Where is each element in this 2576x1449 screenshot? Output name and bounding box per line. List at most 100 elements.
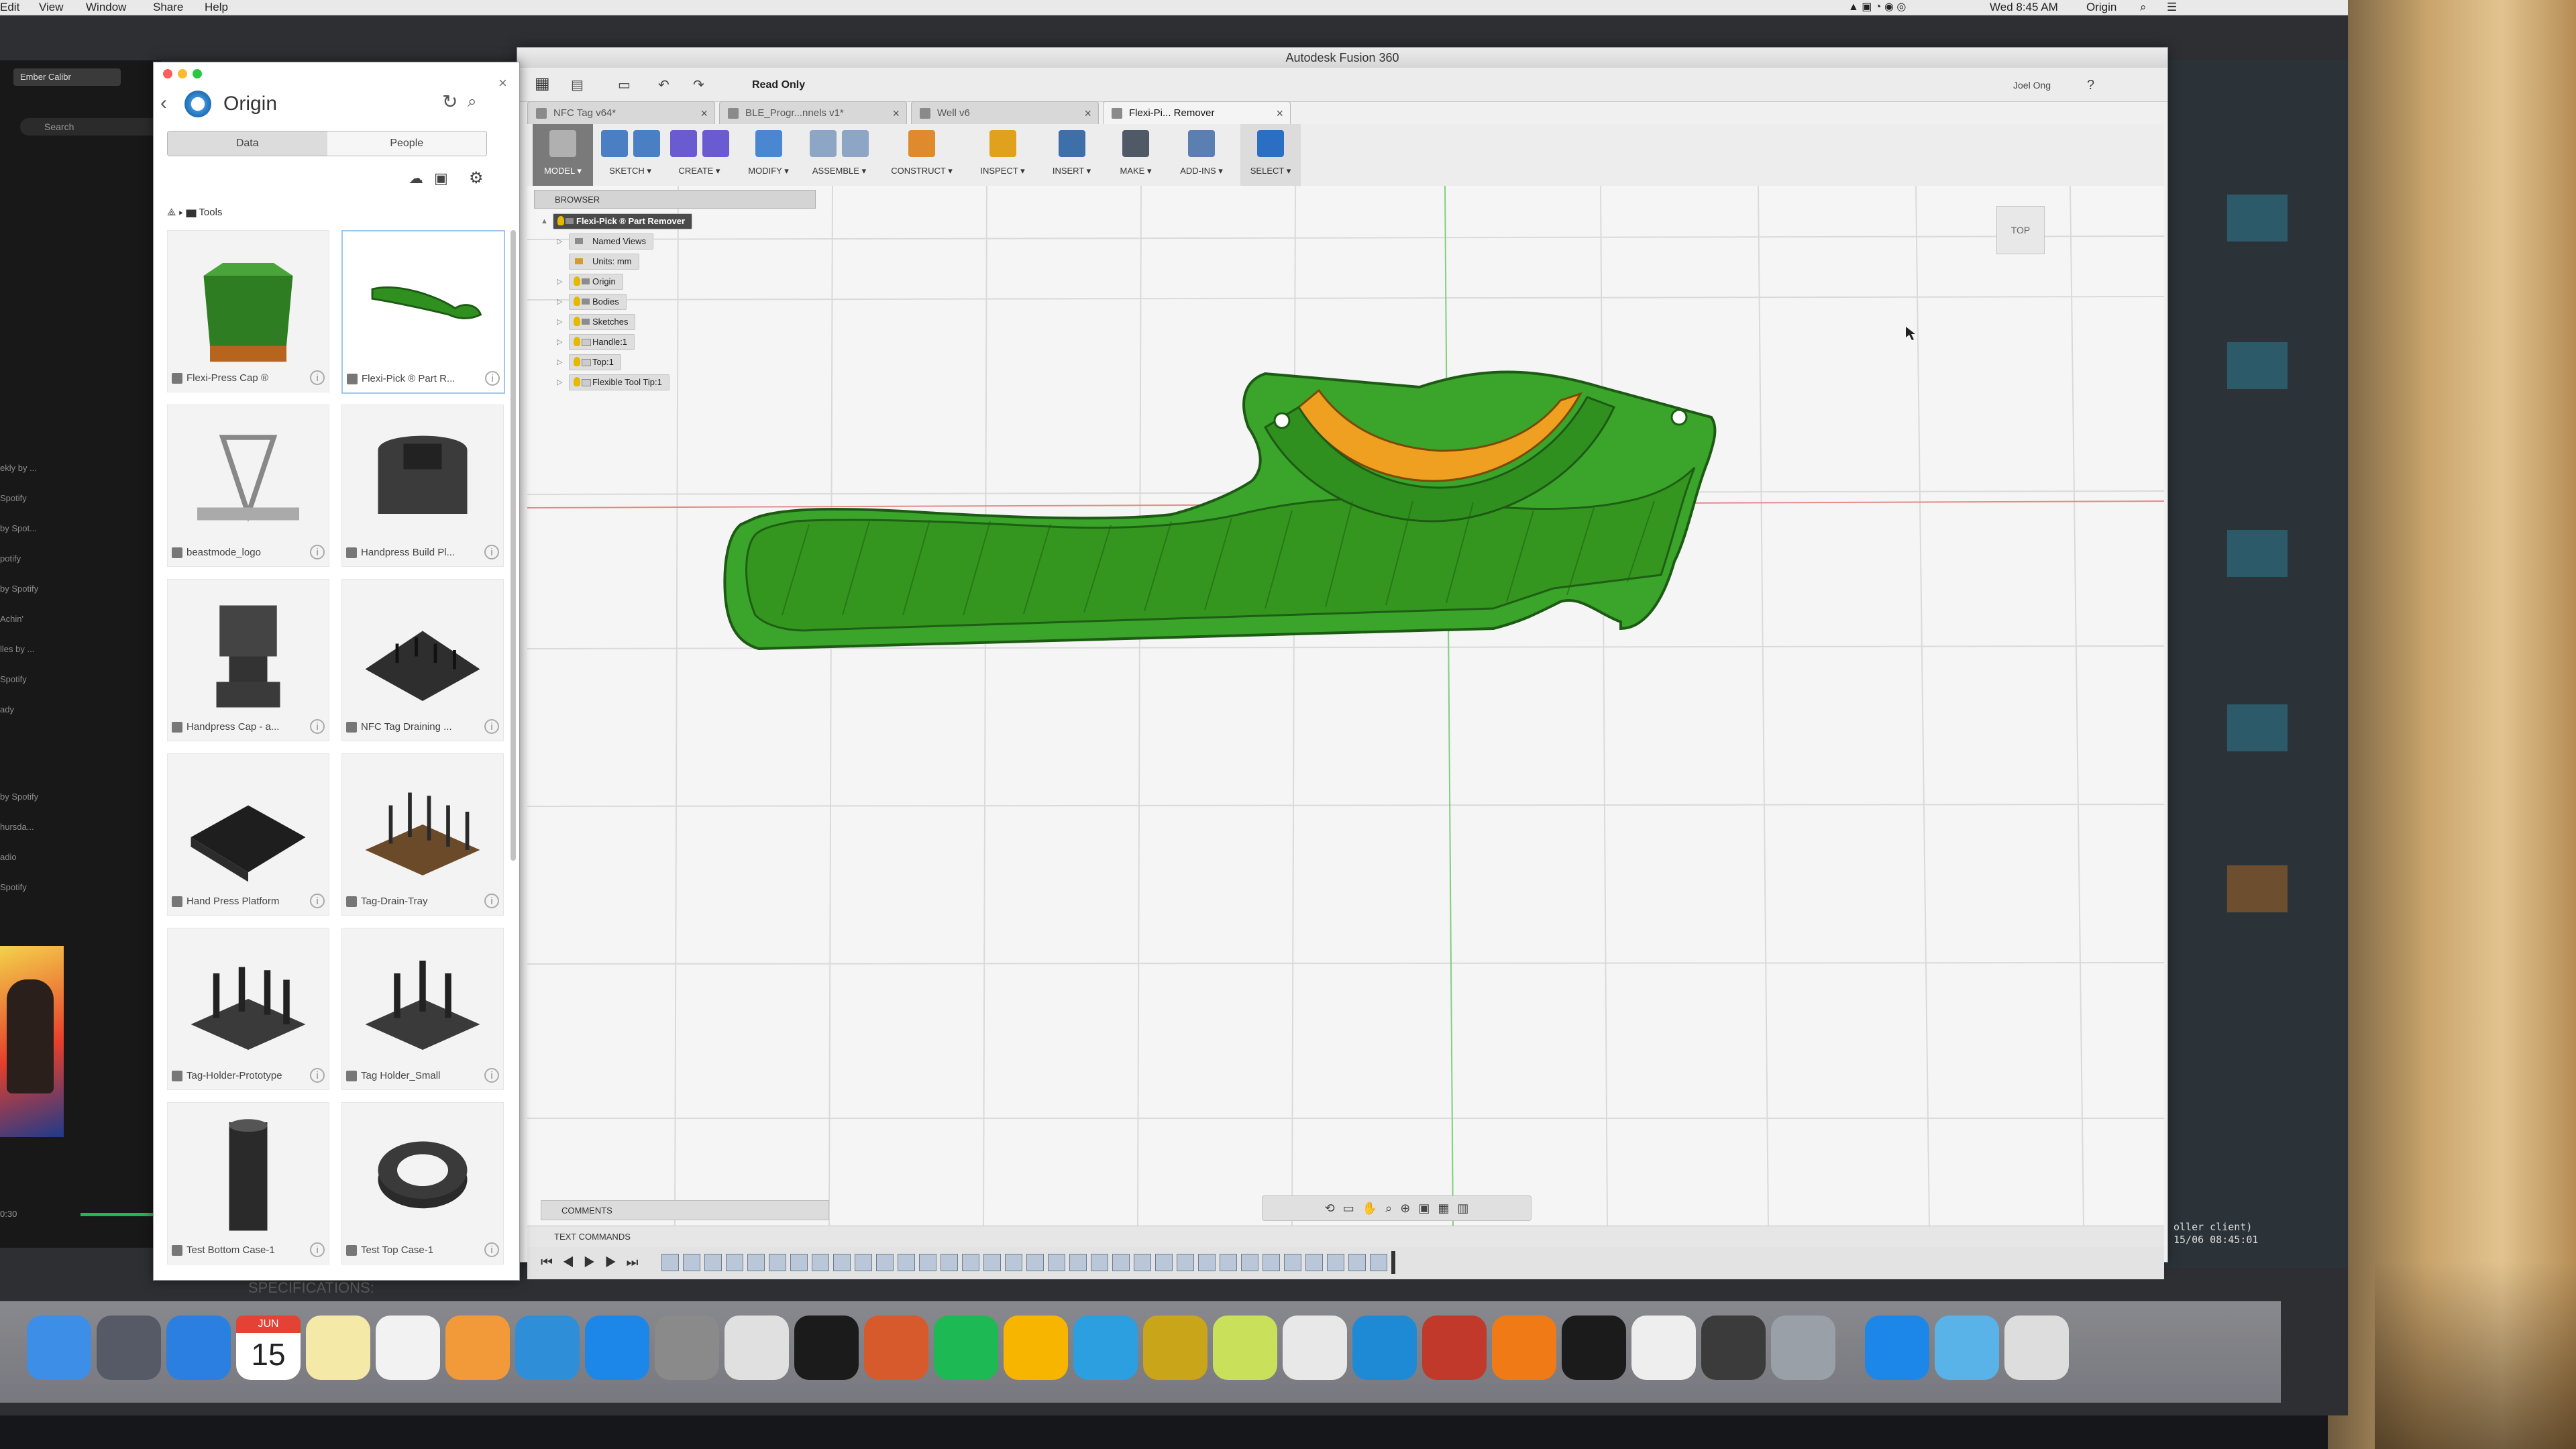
- window-close-button[interactable]: [163, 69, 172, 78]
- timeline-feature-icon[interactable]: [833, 1254, 851, 1271]
- toolbar-group-modify[interactable]: MODIFY ▾: [737, 124, 800, 186]
- browser-node[interactable]: ▷ Handle:1: [541, 332, 822, 352]
- refresh-icon[interactable]: ↻: [442, 92, 462, 112]
- calculator-icon[interactable]: [1701, 1316, 1766, 1380]
- gear-icon[interactable]: ⚙: [469, 170, 486, 187]
- toolbar-group-construct[interactable]: CONSTRUCT ▾: [878, 124, 965, 186]
- pages-icon[interactable]: [445, 1316, 510, 1380]
- pan-icon[interactable]: ✋: [1362, 1201, 1377, 1216]
- create-icon[interactable]: [702, 130, 729, 157]
- expand-icon[interactable]: ▷: [557, 274, 565, 289]
- menu-share[interactable]: Share: [153, 0, 183, 15]
- doc-tab[interactable]: NFC Tag v64* ×: [527, 101, 715, 124]
- timeline-marker[interactable]: [1391, 1251, 1395, 1274]
- browser-node[interactable]: Units: mm: [541, 252, 822, 272]
- collapse-icon[interactable]: ▲: [541, 214, 549, 229]
- design-card[interactable]: Tag-Drain-Tray i: [341, 753, 504, 916]
- timeline-feature-icon[interactable]: [1155, 1254, 1173, 1271]
- close-icon[interactable]: ×: [498, 76, 513, 91]
- timeline-feature-icon[interactable]: [1134, 1254, 1151, 1271]
- browser-node-chip[interactable]: Named Views: [569, 233, 653, 250]
- menu-clock[interactable]: Wed 8:45 AM: [1990, 0, 2058, 15]
- select-icon[interactable]: [1257, 130, 1284, 157]
- window-minimize-button[interactable]: [178, 69, 187, 78]
- trash-icon[interactable]: [2004, 1316, 2069, 1380]
- display-settings-icon[interactable]: ▣: [1418, 1201, 1430, 1216]
- browser-node[interactable]: ▷ Bodies: [541, 292, 822, 312]
- info-icon[interactable]: i: [484, 719, 499, 734]
- info-icon[interactable]: i: [310, 719, 325, 734]
- timeline-feature-icon[interactable]: [876, 1254, 894, 1271]
- bg-list-item[interactable]: Achin': [0, 614, 154, 625]
- design-card[interactable]: NFC Tag Draining ... i: [341, 579, 504, 741]
- timeline-feature-icon[interactable]: [1327, 1254, 1344, 1271]
- timeline-feature-icon[interactable]: [1112, 1254, 1130, 1271]
- toolbar-group-create[interactable]: CREATE ▾: [667, 124, 731, 186]
- modify-icon[interactable]: [755, 130, 782, 157]
- cura-icon[interactable]: [1213, 1316, 1277, 1380]
- browser-node-chip[interactable]: Sketches: [569, 314, 636, 330]
- visibility-bulb-icon[interactable]: [574, 297, 580, 306]
- reminders-icon[interactable]: [376, 1316, 440, 1380]
- tab-data[interactable]: Data: [168, 131, 327, 156]
- file-menu-icon[interactable]: ▤: [571, 77, 588, 93]
- keynote-icon[interactable]: [515, 1316, 580, 1380]
- expand-icon[interactable]: ▷: [557, 335, 565, 350]
- visibility-bulb-icon[interactable]: [574, 377, 580, 386]
- insert-icon[interactable]: [1058, 130, 1085, 157]
- terminal2-icon[interactable]: [1562, 1316, 1626, 1380]
- visibility-bulb-icon[interactable]: [557, 216, 564, 225]
- canvas-viewport[interactable]: BROWSER ▲ Flexi-Pick ® Part Remover ▷ Nam…: [527, 186, 2164, 1226]
- butterfly-icon[interactable]: [1073, 1316, 1138, 1380]
- new-folder-icon[interactable]: ▣: [434, 170, 451, 187]
- downloads-icon[interactable]: [1935, 1316, 1999, 1380]
- info-icon[interactable]: i: [484, 894, 499, 908]
- appstore-icon[interactable]: [585, 1316, 649, 1380]
- info-icon[interactable]: i: [310, 1242, 325, 1257]
- toolbar-group-addins[interactable]: ADD-INS ▾: [1168, 124, 1235, 186]
- design-card[interactable]: Tag-Holder-Prototype i: [167, 928, 329, 1090]
- bg-list-item[interactable]: Spotify: [0, 674, 154, 685]
- info-icon[interactable]: i: [485, 371, 500, 386]
- breadcrumb[interactable]: ⟁ ▸ ▆ Tools: [167, 205, 222, 221]
- browser-node[interactable]: ▷ Flexible Tool Tip:1: [541, 372, 822, 392]
- user-menu[interactable]: Joel Ong: [2013, 77, 2051, 93]
- help-icon[interactable]: ?: [2087, 76, 2106, 95]
- timeline-feature-icon[interactable]: [919, 1254, 936, 1271]
- timeline-feature-icon[interactable]: [661, 1254, 679, 1271]
- timeline-feature-icon[interactable]: [1091, 1254, 1108, 1271]
- info-icon[interactable]: i: [310, 894, 325, 908]
- title-bar[interactable]: Autodesk Fusion 360: [517, 48, 2167, 68]
- timeline-feature-icon[interactable]: [747, 1254, 765, 1271]
- notification-center-icon[interactable]: ☰: [2167, 0, 2177, 15]
- design-card[interactable]: Flexi-Press Cap ® i: [167, 230, 329, 392]
- close-icon[interactable]: ×: [892, 102, 900, 125]
- view-cube[interactable]: TOP: [1996, 206, 2045, 254]
- menu-view[interactable]: View: [39, 0, 64, 15]
- terminal-icon[interactable]: [794, 1316, 859, 1380]
- bg-list-item[interactable]: potify: [0, 553, 154, 564]
- browser-node-chip[interactable]: Flexible Tool Tip:1: [569, 374, 669, 390]
- bg-list-item[interactable]: Spotify: [0, 882, 154, 893]
- tab-people[interactable]: People: [327, 131, 486, 156]
- notes-icon[interactable]: [306, 1316, 370, 1380]
- design-card[interactable]: Tag Holder_Small i: [341, 928, 504, 1090]
- timeline-feature-icon[interactable]: [683, 1254, 700, 1271]
- launchpad-icon[interactable]: [97, 1316, 161, 1380]
- appstore2-icon[interactable]: [1865, 1316, 1929, 1380]
- design-card[interactable]: Flexi-Pick ® Part R... i: [341, 230, 505, 394]
- info-icon[interactable]: i: [484, 1242, 499, 1257]
- timeline-feature-icon[interactable]: [790, 1254, 808, 1271]
- spotify-icon[interactable]: [934, 1316, 998, 1380]
- fusion360-icon[interactable]: [1492, 1316, 1556, 1380]
- timeline-feature-icon[interactable]: [1048, 1254, 1065, 1271]
- bg-list-item[interactable]: hursda...: [0, 822, 154, 833]
- design-card[interactable]: Handpress Build Pl... i: [341, 405, 504, 567]
- timeline-feature-icon[interactable]: [812, 1254, 829, 1271]
- safari-icon[interactable]: [166, 1316, 231, 1380]
- look-at-icon[interactable]: ▭: [1343, 1201, 1354, 1216]
- undo-icon[interactable]: ↶: [658, 77, 676, 93]
- timeline-feature-icon[interactable]: [1177, 1254, 1194, 1271]
- timeline-feature-icon[interactable]: [1370, 1254, 1387, 1271]
- timeline-playback-controls[interactable]: ⏮◀▶▶⏭: [541, 1255, 648, 1271]
